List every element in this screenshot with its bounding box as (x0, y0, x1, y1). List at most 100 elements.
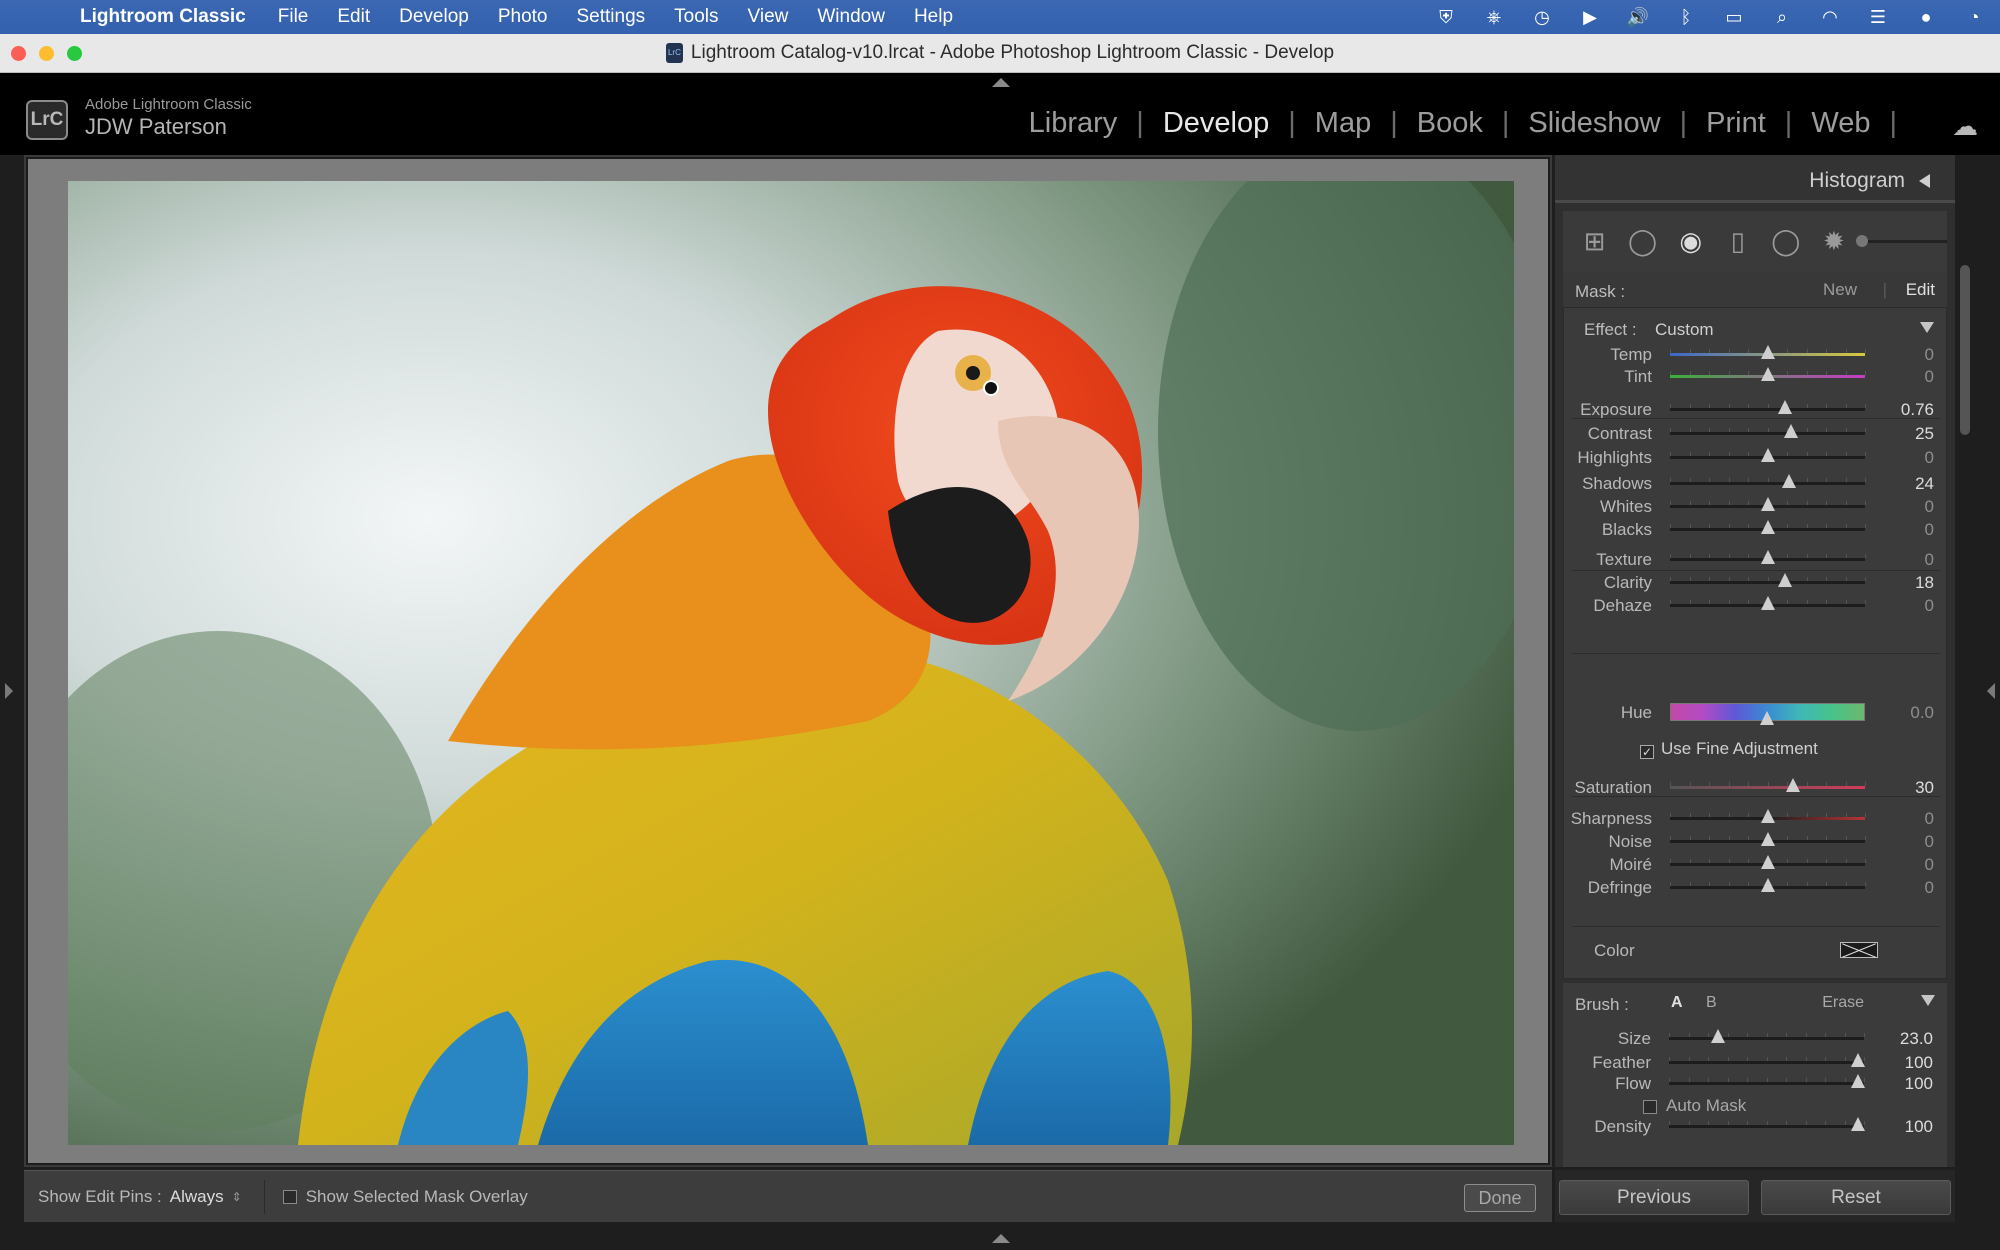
size-thumb[interactable] (1710, 1029, 1725, 1043)
updown-icon[interactable]: ⇕ (232, 1190, 242, 1204)
sharpness-value[interactable]: 0 (1925, 809, 1934, 829)
show-right-panel-arrow[interactable] (1987, 683, 1995, 699)
wifi-icon[interactable]: ◠ (1816, 7, 1844, 28)
defringe-slider[interactable] (1670, 878, 1866, 892)
menu-app-name[interactable]: Lightroom Classic (80, 6, 246, 28)
sharpness-slider[interactable] (1670, 809, 1866, 823)
texture-value[interactable]: 0 (1925, 550, 1934, 570)
temp-slider[interactable] (1670, 345, 1866, 359)
show-bottom-panel-arrow[interactable] (992, 1234, 1010, 1243)
saturation-thumb[interactable] (1785, 778, 1800, 792)
menu-settings[interactable]: Settings (577, 6, 646, 28)
auto-mask-label[interactable]: Auto Mask (1666, 1096, 1746, 1115)
tint-slider[interactable] (1670, 367, 1866, 381)
image-canvas[interactable] (28, 159, 1548, 1163)
defringe-thumb[interactable] (1760, 878, 1775, 892)
effect-collapse-icon[interactable] (1920, 322, 1934, 333)
menu-file[interactable]: File (278, 6, 309, 28)
hue-value[interactable]: 0.0 (1910, 703, 1934, 723)
size-slider[interactable] (1669, 1029, 1865, 1043)
contrast-thumb[interactable] (1783, 424, 1798, 438)
dehaze-value[interactable]: 0 (1925, 596, 1934, 616)
shadows-slider[interactable] (1670, 474, 1866, 488)
density-value[interactable]: 100 (1905, 1117, 1933, 1137)
whites-slider[interactable] (1670, 497, 1866, 511)
histogram-header[interactable]: Histogram (1555, 155, 1955, 203)
size-value[interactable]: 23.0 (1900, 1029, 1933, 1049)
saturation-slider[interactable] (1670, 778, 1866, 792)
module-develop[interactable]: Develop (1163, 107, 1269, 140)
whites-value[interactable]: 0 (1925, 497, 1934, 517)
volume-icon[interactable]: 🔊 (1624, 7, 1652, 28)
density-slider[interactable] (1669, 1117, 1866, 1131)
moir-slider[interactable] (1670, 855, 1866, 869)
clock-icon[interactable]: ◔ (1960, 7, 1988, 28)
siri-icon[interactable]: ● (1912, 7, 1940, 28)
minimize-window-button[interactable] (39, 46, 54, 61)
reset-button[interactable]: Reset (1761, 1180, 1951, 1215)
highlights-slider[interactable] (1670, 448, 1866, 462)
module-web[interactable]: Web (1811, 107, 1870, 140)
module-library[interactable]: Library (1029, 107, 1118, 140)
shield-icon[interactable]: ⛨ (1432, 7, 1460, 28)
red-eye-icon[interactable]: ◉ (1677, 226, 1704, 256)
bluetooth-icon[interactable]: ᛒ (1672, 7, 1700, 28)
texture-slider[interactable] (1670, 550, 1866, 564)
photo-macaw[interactable] (68, 181, 1514, 1145)
time-machine-icon[interactable]: ◷ (1528, 7, 1556, 28)
flow-slider[interactable] (1669, 1074, 1866, 1088)
tool-slider[interactable] (1856, 234, 1948, 247)
temp-value[interactable]: 0 (1925, 345, 1934, 365)
flow-value[interactable]: 100 (1905, 1074, 1933, 1094)
shadows-value[interactable]: 24 (1915, 474, 1934, 494)
brush-b-tab[interactable]: B (1706, 994, 1717, 1012)
noise-value[interactable]: 0 (1925, 832, 1934, 852)
backup-icon[interactable]: ⎈ (1480, 7, 1508, 28)
blacks-value[interactable]: 0 (1925, 520, 1934, 540)
color-swatch[interactable] (1840, 942, 1878, 958)
brush-erase-tab[interactable]: Erase (1822, 994, 1864, 1012)
sharpness-thumb[interactable] (1760, 809, 1775, 823)
blacks-thumb[interactable] (1760, 520, 1775, 534)
spot-removal-icon[interactable]: ◯ (1628, 226, 1657, 256)
graduated-filter-icon[interactable]: ▯ (1724, 226, 1751, 256)
effect-preset-select[interactable]: Custom (1655, 320, 1714, 340)
show-top-panel-arrow[interactable] (992, 78, 1010, 87)
edit-pins-select[interactable]: Always (170, 1187, 224, 1207)
mask-new-button[interactable]: New (1823, 280, 1857, 300)
shadows-thumb[interactable] (1781, 474, 1796, 488)
collapse-triangle-icon[interactable] (1919, 174, 1930, 188)
cloud-icon[interactable]: ☁ (1952, 111, 1978, 142)
whites-thumb[interactable] (1760, 497, 1775, 511)
brush-a-tab[interactable]: A (1671, 994, 1683, 1012)
module-map[interactable]: Map (1315, 107, 1371, 140)
fine-adjustment-checkbox[interactable]: ✓ (1640, 745, 1654, 759)
hue-thumb[interactable] (1760, 711, 1774, 725)
battery-icon[interactable]: ▭ (1720, 7, 1748, 28)
menu-edit[interactable]: Edit (337, 6, 370, 28)
defringe-value[interactable]: 0 (1925, 878, 1934, 898)
feather-thumb[interactable] (1851, 1053, 1866, 1067)
previous-button[interactable]: Previous (1559, 1180, 1749, 1215)
fine-adjustment-label[interactable]: Use Fine Adjustment (1661, 739, 1818, 758)
dehaze-slider[interactable] (1670, 596, 1866, 610)
clarity-thumb[interactable] (1778, 573, 1793, 587)
crop-tool-icon[interactable]: ⊞ (1581, 226, 1608, 256)
menu-develop[interactable]: Develop (399, 6, 469, 28)
brush-collapse-icon[interactable] (1921, 995, 1935, 1006)
moir-thumb[interactable] (1760, 855, 1775, 869)
feather-value[interactable]: 100 (1905, 1053, 1933, 1073)
tint-value[interactable]: 0 (1925, 367, 1934, 387)
noise-slider[interactable] (1670, 832, 1866, 846)
feather-slider[interactable] (1669, 1053, 1866, 1067)
exposure-thumb[interactable] (1778, 400, 1793, 414)
contrast-value[interactable]: 25 (1915, 424, 1934, 444)
flow-thumb[interactable] (1851, 1074, 1866, 1088)
zoom-window-button[interactable] (67, 46, 82, 61)
play-icon[interactable]: ▶ (1576, 7, 1604, 28)
menu-help[interactable]: Help (914, 6, 953, 28)
menu-photo[interactable]: Photo (498, 6, 548, 28)
texture-thumb[interactable] (1760, 550, 1775, 564)
menu-tools[interactable]: Tools (674, 6, 718, 28)
exposure-slider[interactable] (1670, 400, 1866, 414)
